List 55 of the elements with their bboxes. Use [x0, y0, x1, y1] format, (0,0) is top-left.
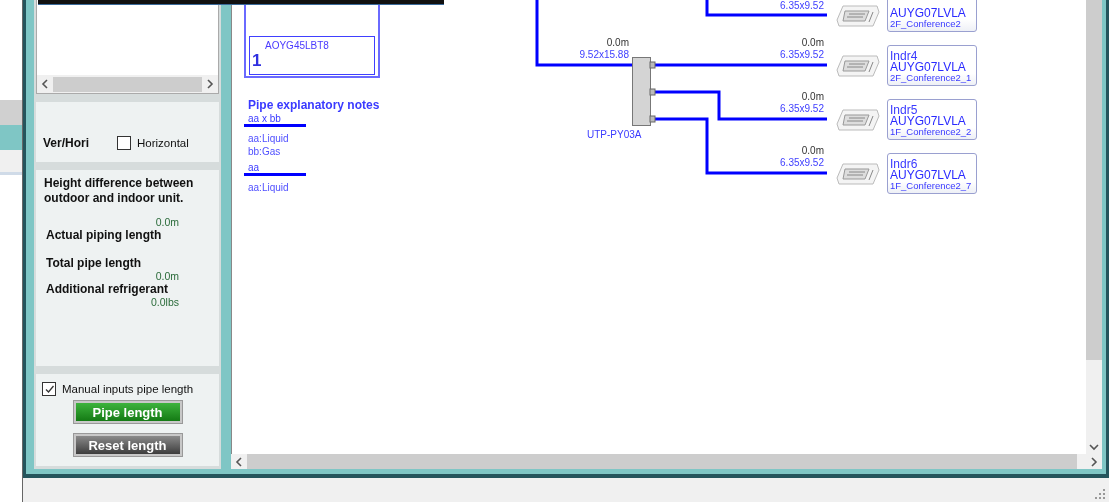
scrollbar-thumb[interactable]: [53, 76, 202, 92]
indoor-unit-box[interactable]: Indr5 AUYG07LVLA 1F_Conference2_2: [887, 99, 977, 140]
branch-name: UTP-PY03A: [587, 129, 642, 140]
room-name: 2F_Conference2: [890, 19, 962, 31]
indoor-unit-box[interactable]: Indr4 AUYG07LVLA 2F_Conference2_1: [887, 45, 977, 86]
unit-name: Indr5: [890, 104, 918, 116]
unit-name: Indr6: [890, 158, 918, 170]
field-value: 0.0m: [154, 270, 180, 282]
field-label: Height difference between outdoor and indoor unit.: [44, 176, 195, 206]
orientation-label: Ver/Hori: [43, 136, 90, 150]
room-name: 2F_Conference2_1: [890, 73, 973, 85]
unit-number: 1: [252, 51, 262, 71]
notes-title: Pipe explanatory notes: [248, 98, 381, 112]
vertical-scrollbar[interactable]: [1086, 0, 1102, 454]
legend-text: aa:Liquid: [248, 181, 290, 194]
pipe-legend-sample: aa: [244, 162, 306, 176]
model-name: AUYG07LVLA: [890, 170, 967, 181]
unit-name: Indr4: [890, 50, 918, 62]
checkbox-label: Manual inputs pipe length: [62, 383, 194, 395]
field-label: Total pipe length: [45, 256, 143, 270]
field-value: 0.0m: [154, 216, 180, 228]
model-name: AUYG07LVLA: [890, 116, 967, 127]
room-name: 1F_Conference2_7: [890, 181, 973, 193]
pipe-size: 6.35x9.52: [779, 0, 824, 12]
checkbox[interactable]: [117, 136, 132, 150]
legend-text: aa:Liquid: [248, 132, 290, 145]
chevron-right-icon[interactable]: [206, 79, 214, 89]
legend-text: bb:Gas: [248, 145, 282, 158]
chevron-down-icon[interactable]: [1089, 443, 1099, 451]
field-value: 0.0lbs: [149, 296, 180, 308]
pipe-size: 6.35x9.52: [779, 49, 824, 61]
pipe-size: 6.35x9.52: [779, 103, 824, 115]
pipe-length: 0.0m: [800, 37, 824, 49]
checkbox-label: Horizontal: [137, 137, 189, 149]
model-name: AUYG07LVLA: [890, 8, 967, 19]
indoor-unit-box[interactable]: AUYG07LVLA 2F_Conference2: [887, 0, 977, 32]
pipe-length: 0.0m: [800, 91, 824, 103]
indoor-unit-box[interactable]: Indr6 AUYG07LVLA 1F_Conference2_7: [887, 153, 977, 194]
reset-length-button[interactable]: Reset length: [73, 434, 182, 456]
chevron-left-icon[interactable]: [235, 456, 243, 467]
pipe-size: 6.35x9.52: [779, 157, 824, 169]
field-label: Actual piping length: [45, 228, 163, 242]
pipe-length: 0.0m: [800, 145, 824, 157]
pipe-length-button[interactable]: Pipe length: [73, 401, 182, 423]
chevron-left-icon[interactable]: [41, 79, 49, 89]
model-name: AOYG45LBT8: [265, 40, 329, 51]
pipe-length: 0.0m: [605, 37, 629, 49]
resize-grip-icon: [1095, 489, 1105, 499]
room-name: 1F_Conference2_2: [890, 127, 973, 139]
chevron-right-icon[interactable]: [1090, 456, 1098, 467]
pipe-size: 9.52x15.88: [578, 49, 629, 61]
pipe-legend-sample: aa x bb: [244, 113, 306, 127]
field-label: Additional refrigerant: [45, 282, 169, 296]
checkbox[interactable]: [42, 382, 56, 396]
model-name: AUYG07LVLA: [890, 62, 967, 73]
